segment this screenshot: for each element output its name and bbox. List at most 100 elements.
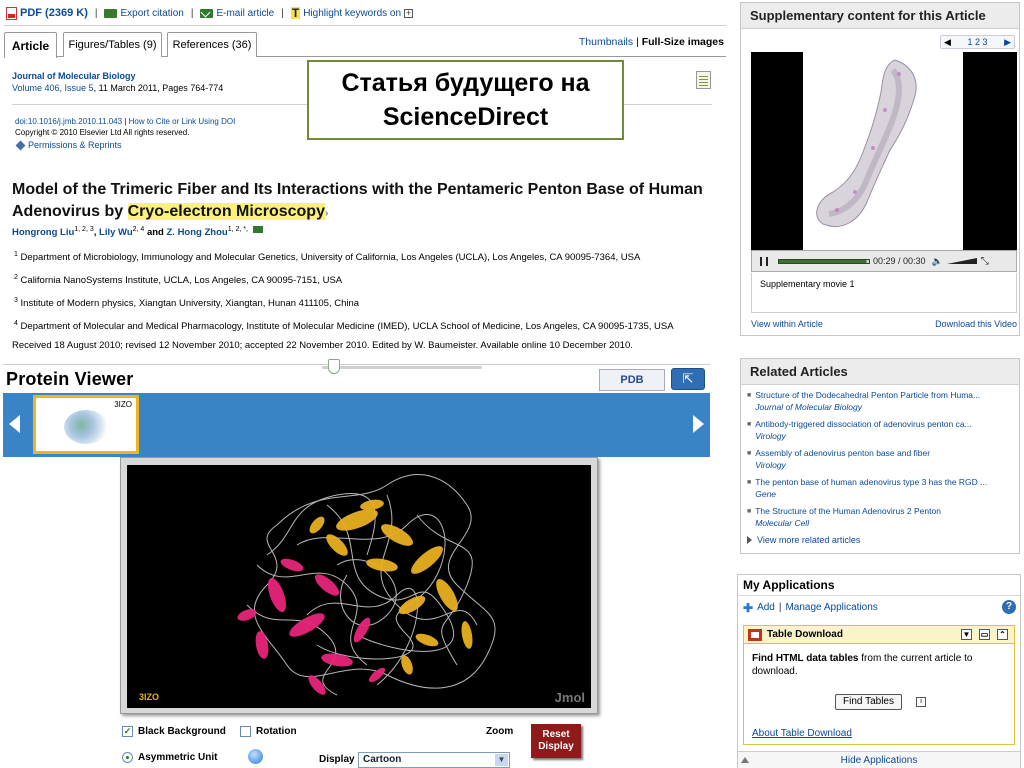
supplementary-header: Supplementary content for this Article — [741, 3, 1019, 29]
pdf-label[interactable]: PDF (2369 K) — [20, 7, 88, 19]
display-style-select[interactable]: Cartoon ▼ — [358, 752, 510, 768]
export-citation-link[interactable]: Export citation — [104, 8, 184, 19]
related-article-source[interactable]: Gene — [755, 489, 987, 501]
toolbar-divider — [4, 25, 726, 26]
strip-next-arrow-icon[interactable] — [693, 415, 704, 433]
volume-issue-link[interactable]: Volume 406, Issue 5 — [12, 83, 94, 93]
black-background-checkbox[interactable]: ✓ Black Background — [122, 726, 226, 737]
related-article-link[interactable]: The Structure of the Human Adenovirus 2 … — [755, 506, 941, 516]
highlight-keywords-link[interactable]: T Highlight keywords on + — [290, 7, 414, 19]
jmol-viewer-frame: 3IZO Jmol — [120, 457, 598, 714]
email-article-link[interactable]: E-mail article — [200, 8, 274, 19]
related-article-source[interactable]: Molecular Cell — [755, 518, 941, 530]
hide-applications-label[interactable]: Hide Applications — [841, 755, 918, 766]
structure-thumbnail[interactable]: 3IZO — [33, 395, 139, 454]
molecule-thumbnail-image — [64, 410, 108, 444]
pager-prev-icon[interactable]: ◀ — [944, 37, 951, 48]
help-icon[interactable]: ? — [1002, 600, 1016, 614]
find-tables-button[interactable]: Find Tables — [835, 694, 902, 710]
email-article-label[interactable]: E-mail article — [216, 8, 274, 19]
related-article-link[interactable]: Assembly of adenovirus penton base and f… — [755, 448, 930, 458]
supplementary-video[interactable] — [751, 52, 1017, 250]
pager-next-icon[interactable]: ▶ — [1004, 37, 1011, 48]
widget-collapse-icon[interactable]: ⌃ — [997, 629, 1008, 640]
volume-slider[interactable] — [946, 258, 977, 264]
title-arrow-icon[interactable]: › — [325, 208, 328, 219]
open-external-button[interactable]: ⇱ — [671, 368, 705, 390]
manage-applications-link[interactable]: Manage Applications — [785, 602, 877, 613]
journal-name-link[interactable]: Journal of Molecular Biology — [12, 70, 223, 82]
info-globe-icon[interactable] — [248, 749, 263, 764]
document-icon[interactable] — [696, 71, 711, 89]
related-article-source[interactable]: Virology — [755, 431, 971, 443]
hide-applications-bar[interactable]: Hide Applications — [738, 751, 1020, 768]
author-affil-refs: 1, 2, 3 — [74, 226, 94, 233]
affiliation-item: 2 California NanoSystems Institute, UCLA… — [14, 271, 704, 287]
pager-page[interactable]: 1 — [967, 37, 972, 47]
chevron-down-icon[interactable]: ▼ — [495, 754, 508, 766]
expand-plus-icon[interactable]: + — [404, 8, 414, 18]
pager-page[interactable]: 2 — [975, 37, 980, 47]
reset-display-button[interactable]: Reset Display — [531, 724, 581, 758]
image-size-toggle: Thumbnails | Full-Size images — [579, 36, 724, 48]
author-email-icon[interactable] — [252, 226, 263, 233]
related-article-link[interactable]: Structure of the Dodecahedral Penton Par… — [755, 390, 980, 400]
asymmetric-unit-radio[interactable]: Asymmetric Unit — [122, 752, 217, 763]
pause-icon[interactable] — [760, 256, 768, 266]
protein-viewer: Protein Viewer PDB ⇱ 3IZO 3IZO Jmol — [3, 364, 710, 768]
export-citation-label[interactable]: Export citation — [120, 8, 183, 19]
zoom-label: Zoom — [486, 726, 514, 737]
view-within-article-link[interactable]: View within Article — [751, 319, 823, 329]
add-plus-icon[interactable]: ✚ — [743, 601, 753, 615]
video-caption: Supplementary movie 1 — [751, 273, 1017, 313]
add-application-link[interactable]: Add — [757, 602, 775, 613]
video-progress-bar[interactable] — [778, 258, 870, 264]
highlight-keywords-label[interactable]: Highlight keywords on — [303, 8, 401, 19]
supplementary-pager: ◀ 1 2 3 ▶ — [940, 35, 1015, 49]
tab-references[interactable]: References (36) — [167, 32, 257, 57]
pdf-download-link[interactable]: PDF (2369 K) — [6, 6, 88, 20]
view-more-related-link[interactable]: View more related articles — [741, 535, 1019, 545]
permissions-reprints-link[interactable]: Permissions & Reprints — [15, 140, 235, 151]
author-link[interactable]: Lily Wu — [99, 227, 133, 238]
cite-doi-link[interactable]: How to Cite or Link Using DOI — [129, 117, 236, 126]
rotation-check[interactable] — [240, 726, 251, 737]
about-table-download-link[interactable]: About Table Download — [752, 728, 852, 739]
affil-number: 3 — [14, 297, 18, 305]
related-article-link[interactable]: The penton base of human adenovirus type… — [755, 477, 987, 487]
export-icon — [104, 8, 118, 18]
tab-article[interactable]: Article — [4, 32, 57, 58]
volume-icon[interactable]: 🔈 — [932, 256, 943, 267]
affiliations: 1 Department of Microbiology, Immunology… — [14, 248, 704, 341]
jmol-canvas[interactable]: 3IZO Jmol — [127, 465, 591, 708]
widget-minimize-icon[interactable]: ▭ — [979, 629, 990, 640]
asymmetric-unit-radio-dot[interactable] — [122, 752, 133, 763]
fullscreen-icon[interactable]: ⤡ — [981, 256, 989, 267]
author-link[interactable]: Hongrong Liu — [12, 227, 74, 238]
black-background-check[interactable]: ✓ — [122, 726, 133, 737]
permissions-label[interactable]: Permissions & Reprints — [28, 140, 122, 151]
td-desc-bold: Find HTML data tables — [752, 653, 859, 664]
pdb-logo[interactable]: PDB — [599, 369, 665, 391]
strip-prev-arrow-icon[interactable] — [9, 415, 20, 433]
thumbnails-link[interactable]: Thumbnails — [579, 36, 633, 48]
doi-link[interactable]: doi:10.1016/j.jmb.2010.11.043 — [15, 117, 122, 126]
chevron-right-icon — [747, 536, 752, 544]
rotation-checkbox[interactable]: Rotation — [240, 726, 297, 737]
download-video-link[interactable]: Download this Video — [935, 319, 1017, 329]
widget-menu-icon[interactable]: ▼ — [961, 629, 972, 640]
author-link[interactable]: Z. Hong Zhou — [166, 227, 227, 238]
info-icon[interactable]: i — [916, 697, 926, 707]
view-more-label[interactable]: View more related articles — [757, 535, 860, 545]
article-history: Received 18 August 2010; revised 12 Nove… — [12, 340, 633, 351]
related-article-source[interactable]: Journal of Molecular Biology — [755, 402, 980, 414]
thumbnail-label: 3IZO — [114, 400, 132, 409]
affil-number: 2 — [14, 274, 18, 282]
pager-page[interactable]: 3 — [983, 37, 988, 47]
zoom-slider-track[interactable] — [322, 366, 482, 369]
related-article-link[interactable]: Antibody-triggered dissociation of adeno… — [755, 419, 971, 429]
zoom-slider-handle[interactable] — [328, 359, 340, 374]
related-article-source[interactable]: Virology — [755, 460, 930, 472]
toolbar-separator: | — [190, 7, 194, 19]
tab-figures-tables[interactable]: Figures/Tables (9) — [63, 32, 162, 57]
